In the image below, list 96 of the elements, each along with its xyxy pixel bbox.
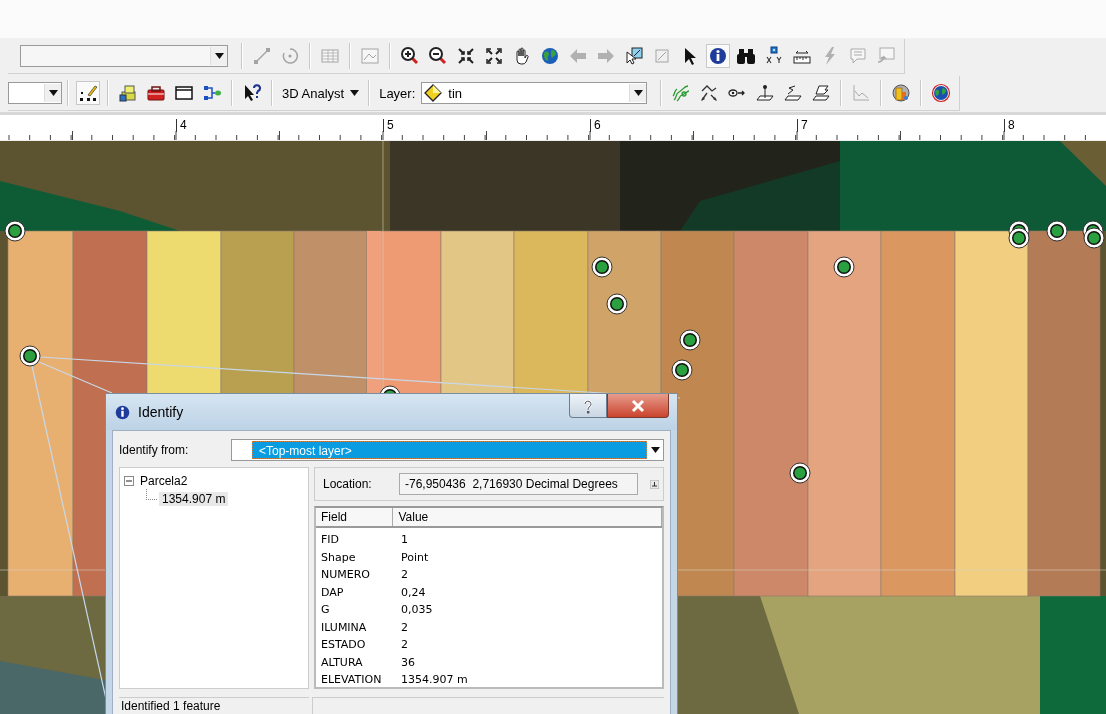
globe-icon <box>540 46 560 66</box>
table-cell-text: NUMERO <box>320 567 372 583</box>
rotate-icon <box>280 46 300 66</box>
window-icon <box>174 83 194 103</box>
arrows-outward-icon <box>484 46 504 66</box>
ruler-label: 7 <box>797 119 808 132</box>
add-data-icon <box>118 83 138 103</box>
table-cell-text: ESTADO <box>320 637 367 653</box>
table-cell-text: 2 <box>400 619 408 636</box>
layer-label: Layer: <box>379 85 416 101</box>
table-cell-text: ELEVATION <box>320 672 383 688</box>
point-marker <box>4 220 26 242</box>
table-cell-text: ILUMINA <box>320 619 368 636</box>
toolbox-icon <box>146 83 166 103</box>
picture-icon <box>360 46 380 66</box>
point-marker <box>789 462 811 484</box>
menu-button[interactable]: 3D Analyst <box>278 83 364 103</box>
shape-plane-icon <box>811 83 832 103</box>
edit-button[interactable] <box>76 81 100 105</box>
pencil-icon <box>78 83 98 103</box>
close-icon <box>630 397 646 414</box>
diamond-icon <box>424 84 443 102</box>
dropdown-button[interactable] <box>210 47 227 65</box>
diagonal-line-icon <box>252 46 272 66</box>
tree-item[interactable]: 1354.907 m <box>159 492 229 506</box>
line-plane-icon <box>783 83 804 103</box>
zoom-in-icon <box>400 46 420 66</box>
column-header[interactable]: Field <box>316 508 394 526</box>
ruler-label: 8 <box>1004 119 1015 132</box>
point-marker <box>1046 220 1068 242</box>
location-field[interactable]: -76,950436 2,716930 Decimal Degrees <box>399 473 638 495</box>
select-features-icon <box>624 46 644 66</box>
flowchart-icon <box>202 83 222 103</box>
table-cell-text: ALTURA <box>320 654 364 671</box>
identify-from-label: Identify from: <box>119 443 190 457</box>
combo-field[interactable] <box>8 82 62 104</box>
speech-bubble-icon <box>848 46 868 66</box>
point-marker <box>671 359 693 381</box>
building-icon <box>891 83 912 103</box>
table-cell-text: 0,035 <box>400 602 433 618</box>
table-cell-text: 2 <box>400 637 408 653</box>
xy-point-icon <box>764 46 784 66</box>
location-label: Location: <box>323 477 373 491</box>
table-icon <box>320 46 340 66</box>
info-icon <box>708 46 728 66</box>
point-marker <box>679 329 701 351</box>
point-marker <box>606 293 628 315</box>
collapse-icon[interactable] <box>124 476 134 486</box>
caret-icon <box>214 53 224 59</box>
close-button[interactable] <box>607 394 669 418</box>
clear-selection-icon <box>652 46 672 66</box>
table-cell-text: 2 <box>400 567 408 583</box>
graph-icon <box>851 83 872 103</box>
combo-field[interactable] <box>20 45 228 67</box>
table-cell-text: 0,24 <box>400 584 426 601</box>
ruler-label: 6 <box>590 119 601 132</box>
table-cell-text: Shape <box>320 549 357 566</box>
table-cell-text: G <box>320 602 331 618</box>
dropdown-button[interactable] <box>629 84 647 102</box>
table-cell-text: FID <box>320 532 341 548</box>
globe-icon <box>931 83 952 103</box>
dialog-title: Identify <box>138 404 185 420</box>
dropdown-icon[interactable] <box>650 479 659 489</box>
caret-icon <box>633 90 643 96</box>
status-text: Identified 1 feature <box>119 697 309 714</box>
table-cell-text: Point <box>400 549 429 566</box>
info-icon <box>114 403 131 421</box>
tree-item[interactable]: Parcela2 <box>137 474 191 488</box>
binoculars-icon <box>736 46 756 66</box>
ruler-label: 5 <box>383 119 394 132</box>
ruler-label: 4 <box>176 119 187 132</box>
point-marker <box>591 256 613 278</box>
window-arrow-icon <box>876 46 896 66</box>
point-marker <box>1008 220 1030 249</box>
zoom-out-icon <box>428 46 448 66</box>
contour-icon <box>671 83 692 103</box>
layer-dropdown[interactable]: tin <box>421 82 648 104</box>
table-cell-text: 1354.907 m <box>400 672 468 688</box>
point-marker <box>19 345 41 367</box>
table-cell-text: 1 <box>400 532 408 548</box>
point-marker <box>1082 220 1105 249</box>
caret-icon <box>350 90 360 96</box>
dropdown-button[interactable] <box>44 84 61 102</box>
steepest-path-icon <box>699 83 720 103</box>
pointer-question-icon <box>242 83 262 103</box>
arrows-inward-icon <box>456 46 476 66</box>
point-marker <box>833 256 855 278</box>
table-cell-text: 36 <box>400 654 415 671</box>
table-cell-text: DAP <box>320 584 345 601</box>
caret-icon <box>48 90 58 96</box>
point-plane-icon <box>755 83 776 103</box>
right-arrow-icon <box>596 46 616 66</box>
caret-icon <box>650 447 660 453</box>
identify-button[interactable] <box>706 44 730 68</box>
help-button[interactable] <box>569 394 607 418</box>
column-header[interactable]: Value <box>393 508 662 526</box>
